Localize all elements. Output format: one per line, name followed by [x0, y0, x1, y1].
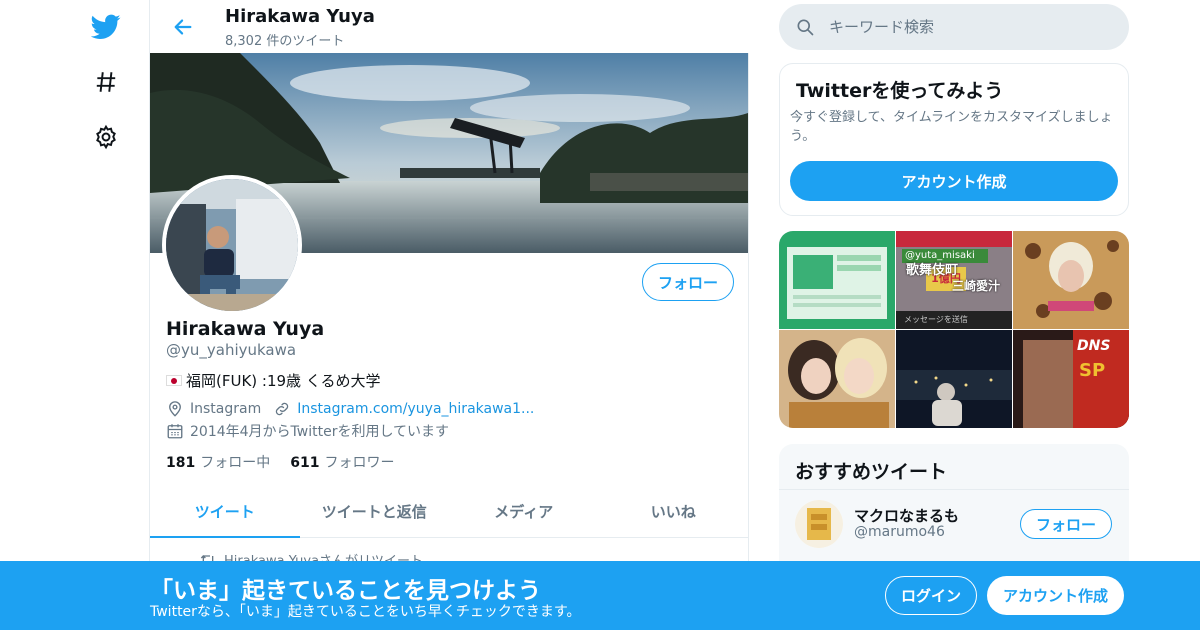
search-icon — [797, 19, 814, 36]
tab-media[interactable]: メディア — [449, 485, 599, 537]
recommended-follow-button[interactable]: フォロー — [1020, 509, 1112, 539]
followers-count-link[interactable]: 611 フォロワー — [290, 452, 394, 472]
divider — [779, 489, 1129, 490]
media-thumbnail[interactable]: @yuta_misaki 1億円 歌舞伎町 三崎愛汁 メッセージを送信 — [896, 231, 1012, 329]
japan-flag-icon — [166, 375, 182, 386]
media-message-text: メッセージを送信 — [896, 311, 1012, 329]
hashtag-icon[interactable] — [86, 62, 126, 102]
header-title: Hirakawa Yuya — [225, 6, 375, 27]
bottom-bar-title: 「いま」起きていることを見つけよう — [150, 578, 541, 604]
search-box[interactable] — [779, 4, 1129, 50]
signup-bottom-bar: 「いま」起きていることを見つけよう Twitterなら、「いま」起きていることを… — [0, 561, 1200, 630]
signup-card: Twitterを使ってみよう 今すぐ登録して、タイムラインをカスタマイズしましょ… — [779, 63, 1129, 216]
following-count-link[interactable]: 181 フォロー中 — [166, 452, 270, 472]
media-thumbnail[interactable] — [1013, 231, 1129, 329]
following-count: 181 — [166, 455, 196, 471]
profile-bio: 福岡(FUK) :19歳 くるめ大学 — [166, 370, 381, 391]
media-thumbnail[interactable] — [779, 330, 895, 428]
calendar-icon — [167, 424, 183, 439]
media-kabuki-text: 歌舞伎町 — [906, 263, 959, 278]
profile-header: Hirakawa Yuya 8,302 件のツイート — [150, 0, 750, 53]
profile-avatar[interactable] — [162, 175, 302, 315]
media-thumbnail[interactable] — [896, 330, 1012, 428]
tab-tweets[interactable]: ツイート — [150, 485, 300, 538]
media-grid: @yuta_misaki 1億円 歌舞伎町 三崎愛汁 メッセージを送信 DNS … — [779, 231, 1129, 428]
media-name-text: 三崎愛汁 — [952, 279, 1001, 293]
bio-text: 福岡(FUK) :19歳 くるめ大学 — [186, 372, 381, 390]
profile-meta-row: Instagram Instagram.com/yuya_hirakawa1..… — [166, 400, 534, 418]
search-input[interactable] — [829, 18, 1109, 36]
tab-tweets-and-replies[interactable]: ツイートと返信 — [300, 485, 450, 537]
profile-tabs: ツイート ツイートと返信 メディア いいね — [150, 485, 748, 538]
profile-url-link[interactable]: Instagram.com/yuya_hirakawa1... — [297, 401, 534, 417]
profile-name: Hirakawa Yuya — [166, 318, 325, 340]
recommended-user-name: マクロなまるも — [854, 507, 960, 525]
link-icon — [276, 402, 289, 416]
profile-joined-row: 2014年4月からTwitterを利用しています — [166, 421, 449, 441]
back-arrow-icon[interactable] — [166, 10, 200, 44]
media-product-text: SP — [1079, 360, 1106, 381]
recommended-title: おすすめツイート — [795, 461, 948, 483]
profile-column: Hirakawa Yuya 8,302 件のツイート フォロー Hirakawa… — [149, 0, 750, 630]
follow-button[interactable]: フォロー — [642, 263, 734, 301]
followers-count: 611 — [290, 455, 320, 471]
media-thumbnail[interactable] — [779, 231, 895, 329]
signup-button[interactable]: アカウント作成 — [987, 576, 1124, 615]
followers-label: フォロワー — [324, 455, 395, 471]
location-pin-icon — [169, 401, 181, 417]
profile-handle: @yu_yahiyukawa — [166, 341, 297, 359]
signup-card-title: Twitterを使ってみよう — [796, 80, 1004, 102]
media-brand-text: DNS — [1077, 338, 1111, 354]
recommended-user-handle: @marumo46 — [854, 524, 945, 540]
recommended-user-avatar[interactable] — [795, 500, 843, 548]
profile-joined: 2014年4月からTwitterを利用しています — [190, 424, 450, 440]
follow-counts: 181 フォロー中 611 フォロワー — [166, 452, 394, 472]
media-thumbnail[interactable]: DNS SP — [1013, 330, 1129, 428]
create-account-button[interactable]: アカウント作成 — [790, 161, 1118, 201]
tab-likes[interactable]: いいね — [599, 485, 749, 537]
signup-card-body: 今すぐ登録して、タイムラインをカスタマイズしましょう。 — [790, 110, 1113, 144]
login-button[interactable]: ログイン — [885, 576, 977, 615]
header-tweet-count: 8,302 件のツイート — [225, 34, 345, 49]
bottom-bar-subtitle: Twitterなら、「いま」起きていることをいち早くチェックできます。 — [150, 604, 581, 620]
profile-location: Instagram — [190, 401, 262, 417]
following-label: フォロー中 — [200, 455, 271, 471]
twitter-bird-icon[interactable] — [86, 7, 126, 47]
gear-icon[interactable] — [86, 117, 126, 157]
left-nav — [0, 0, 150, 630]
